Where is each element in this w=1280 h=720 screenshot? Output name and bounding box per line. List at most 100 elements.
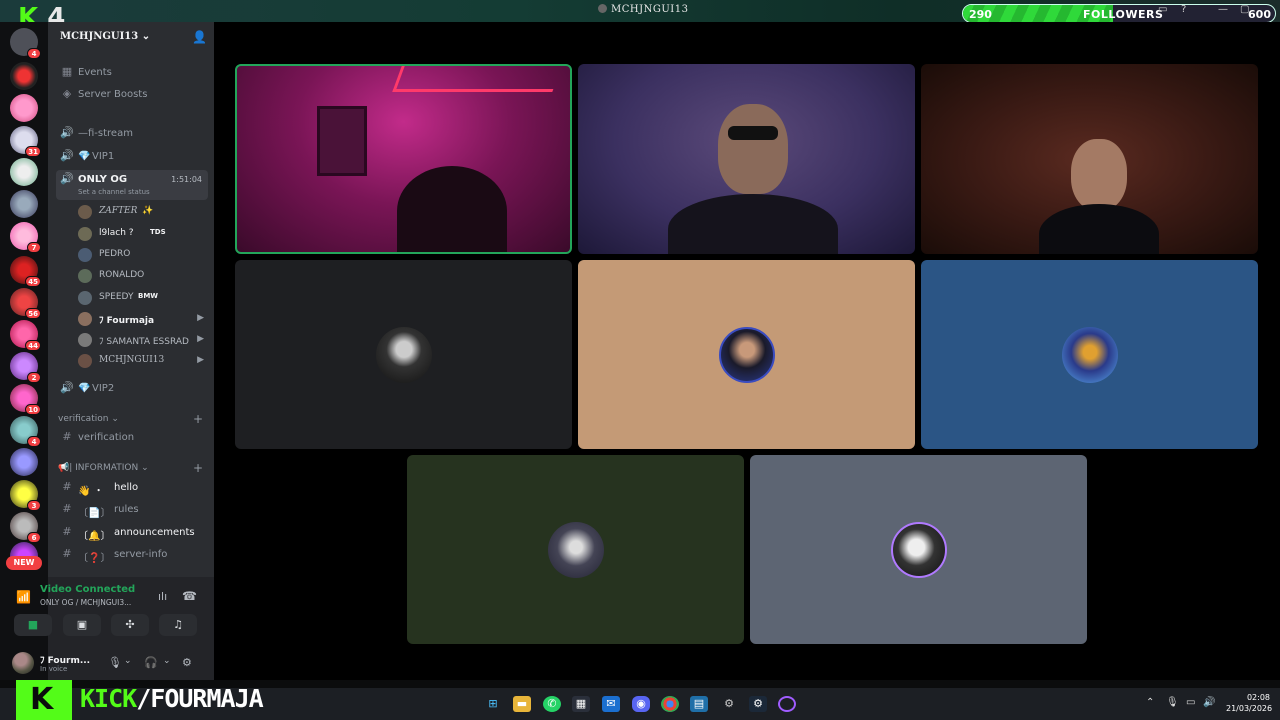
voice-channel-only-og[interactable]: 🔊 ONLY OG 1:51:04 Set a channel status — [56, 170, 208, 200]
sidebar-item-server-boosts[interactable]: ◈ Server Boosts — [56, 85, 208, 105]
mail-icon[interactable]: ✉ — [602, 696, 620, 712]
settings-app-icon[interactable]: ⚙ — [720, 696, 738, 712]
add-member-icon[interactable]: 👤 — [192, 30, 207, 44]
person-face — [1071, 139, 1127, 211]
voice-channel-path[interactable]: ONLY OG / MCHJNGUI3... — [40, 598, 131, 607]
server-icon[interactable]: 31 — [10, 126, 41, 157]
microphone-icon[interactable]: 🎙 — [108, 656, 122, 669]
store-icon[interactable]: ▦ — [572, 696, 590, 712]
voice-member[interactable]: ﾌ SAMANTA ESSRAD ▶ — [78, 330, 208, 350]
server-icon[interactable] — [10, 190, 38, 218]
steam-icon[interactable]: ⚙ — [749, 696, 767, 712]
category-verification[interactable]: verification ⌄ — [58, 414, 119, 424]
start-menu-icon[interactable]: ⊞ — [484, 696, 502, 712]
voice-channel-vip2[interactable]: 🔊 💎 VIP2 — [56, 379, 208, 399]
person-face — [718, 104, 788, 194]
settings-gear-icon[interactable]: ⚙ — [182, 656, 192, 669]
server-icon[interactable]: 7 — [10, 222, 41, 253]
add-channel-icon[interactable]: + — [193, 412, 203, 426]
server-icon[interactable]: 6 — [10, 512, 41, 543]
whatsapp-icon[interactable]: ✆ — [543, 696, 561, 712]
server-icon[interactable] — [10, 94, 38, 122]
avatar — [78, 227, 92, 241]
diamond-icon: 💎 — [78, 383, 91, 394]
voice-member[interactable]: l9lach ? TDS — [78, 224, 208, 244]
server-icon[interactable] — [10, 158, 38, 186]
neon-light — [392, 66, 562, 92]
file-explorer-icon[interactable]: ▬ — [513, 696, 531, 712]
channel-status-prompt[interactable]: Set a channel status — [78, 188, 150, 196]
video-tile-participant[interactable] — [578, 64, 915, 254]
kick-brand: KICK — [80, 684, 137, 713]
hash-icon: # — [62, 430, 72, 443]
noise-suppression-icon[interactable]: ılı — [158, 590, 167, 603]
photos-icon[interactable]: ▤ — [690, 696, 708, 712]
maximize-icon[interactable]: ▢ — [1240, 4, 1249, 15]
network-icon[interactable]: ▭ — [1186, 697, 1195, 708]
voice-member[interactable]: SPEEDY BMW — [78, 288, 208, 308]
voice-member[interactable]: ﾌ Fourmaja ▶ — [78, 309, 208, 329]
megaphone-icon: 📢 — [58, 463, 70, 473]
direct-messages-icon[interactable]: 4 — [10, 28, 41, 59]
text-channel-server-info[interactable]: # 〔❓〕 server-info — [56, 545, 208, 565]
soundboard-button[interactable]: ♫ — [159, 614, 197, 636]
minimize-icon[interactable]: — — [1218, 4, 1228, 15]
video-tile-streamer[interactable] — [235, 64, 572, 254]
voice-tile-participant[interactable] — [578, 260, 915, 449]
add-channel-icon[interactable]: + — [193, 461, 203, 475]
discord-icon[interactable]: ◉ — [632, 696, 650, 712]
camera-button[interactable]: ■ — [14, 614, 52, 636]
label: Server Boosts — [78, 89, 148, 100]
voice-tile-participant[interactable] — [921, 260, 1258, 449]
badge: 2 — [27, 372, 41, 383]
voice-member[interactable]: PEDRO — [78, 245, 208, 265]
voice-member[interactable]: MCHJNGUI13 ▶ — [78, 351, 208, 371]
sidebar-item-events[interactable]: ▦ Events — [56, 63, 208, 83]
taskbar-clock[interactable]: 02:08 21/03/2026 — [1226, 692, 1273, 714]
signal-icon[interactable]: 📶 — [16, 590, 31, 604]
help-icon[interactable]: ? — [1181, 4, 1186, 15]
text-channel-rules[interactable]: # 〔📄〕 rules — [56, 500, 208, 520]
label: ONLY OG — [78, 174, 128, 185]
voice-tile-participant[interactable] — [407, 455, 744, 644]
microphone-icon[interactable]: 🎙 — [1166, 697, 1179, 708]
activities-button[interactable]: ✣ — [111, 614, 149, 636]
server-icon[interactable] — [10, 448, 38, 476]
disconnect-icon[interactable]: ☎ — [182, 589, 197, 603]
obs-icon[interactable] — [778, 696, 796, 712]
voice-channel-vip1[interactable]: 🔊 💎 VIP1 — [56, 147, 208, 167]
voice-tile-participant[interactable] — [750, 455, 1087, 644]
badge: 6 — [27, 532, 41, 543]
video-tile-participant[interactable] — [921, 64, 1258, 254]
text-channel-announcements[interactable]: # 〔🔔〕 announcements — [56, 523, 208, 543]
inbox-icon[interactable]: ▭ — [1158, 4, 1167, 15]
server-name-header[interactable]: MCHJNGUI13 ⌄ — [60, 31, 150, 42]
chevron-down-icon[interactable]: ⌄ — [124, 656, 132, 666]
server-icon[interactable]: 45 — [10, 256, 41, 287]
server-icon[interactable]: 10 — [10, 384, 41, 415]
server-icon[interactable]: 56 — [10, 288, 41, 319]
voice-member[interactable]: RONALDO — [78, 266, 208, 286]
screen-share-button[interactable]: ▣ — [63, 614, 101, 636]
category-label: | INFORMATION — [69, 463, 139, 473]
avatar[interactable] — [12, 652, 34, 674]
voice-member[interactable]: ZAFTER ✨ — [78, 202, 208, 222]
volume-icon[interactable]: 🔊 — [1203, 697, 1215, 708]
server-icon[interactable]: 44 — [10, 320, 41, 351]
clock-date: 21/03/2026 — [1226, 704, 1273, 713]
voice-channel-stream[interactable]: 🔊 —fi-stream — [56, 124, 208, 144]
server-icon[interactable]: 3 — [10, 480, 41, 511]
voice-tile-participant[interactable] — [235, 260, 572, 449]
member-tag: TDS — [150, 228, 166, 236]
category-information[interactable]: 📢| INFORMATION ⌄ — [58, 463, 149, 473]
server-icon[interactable]: 2 — [10, 352, 41, 383]
headphones-icon[interactable]: 🎧 — [144, 656, 158, 669]
chevron-down-icon: ⌄ — [111, 414, 119, 424]
chrome-icon[interactable] — [661, 696, 679, 712]
text-channel-verification[interactable]: # verification — [56, 428, 208, 448]
server-icon[interactable] — [10, 62, 38, 90]
server-icon[interactable]: 4 — [10, 416, 41, 447]
chevron-up-icon[interactable]: ⌃ — [1146, 697, 1154, 708]
chevron-down-icon[interactable]: ⌄ — [163, 656, 171, 666]
text-channel-hello[interactable]: # 👋 ・ hello — [56, 478, 208, 498]
